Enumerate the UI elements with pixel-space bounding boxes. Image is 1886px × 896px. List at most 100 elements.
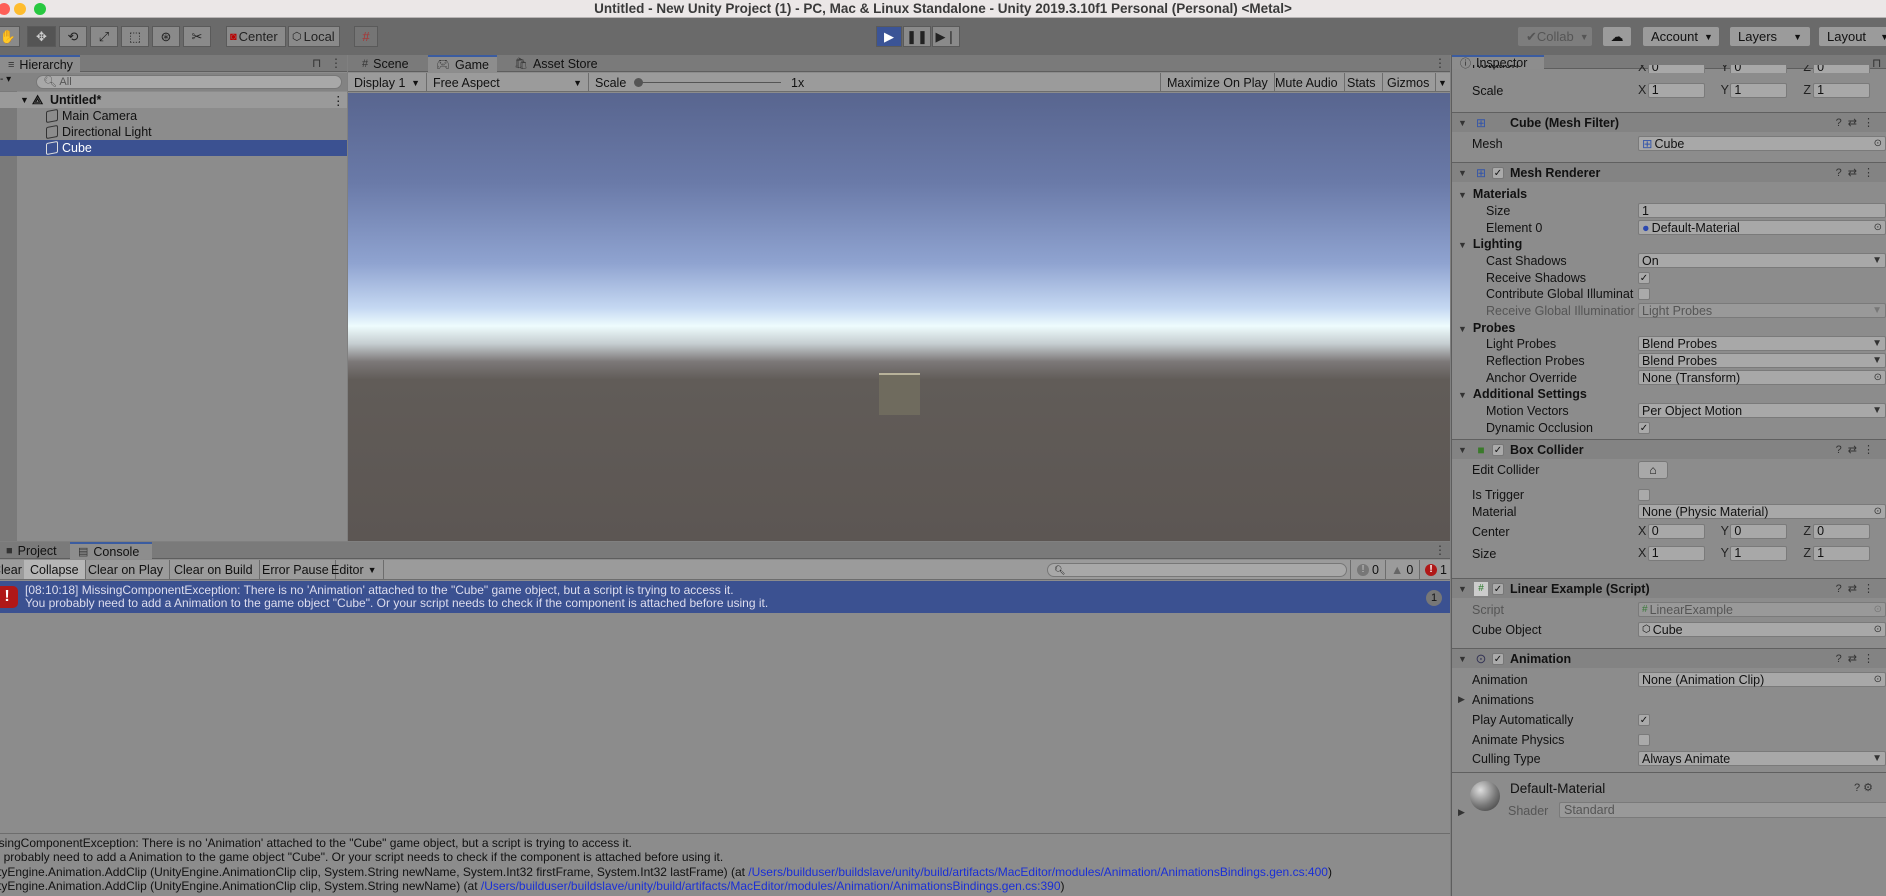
layers-dropdown[interactable]: Layers ▼ [1729,26,1811,47]
collapse-triangle-icon[interactable]: ▼ [1458,118,1467,128]
component-actions[interactable]: ?⇄⋮ [1836,116,1880,129]
object-picker-icon[interactable]: ⊙ [1874,506,1882,517]
scene-header[interactable]: ▼ ⟁ Untitled* ⋮ [0,92,347,108]
materials-size-field[interactable]: 1 [1638,203,1886,218]
object-picker-icon[interactable]: ⊙ [1874,372,1882,383]
tab-scene[interactable]: # Scene [354,55,417,72]
account-dropdown[interactable]: Account ▼ [1642,26,1720,47]
create-dropdown[interactable]: - ▾ [0,74,11,85]
gizmos-dropdown[interactable]: ▼ [1432,73,1453,92]
animation-enabled-checkbox[interactable]: ✓ [1492,652,1504,665]
probes-section[interactable]: ▼ Probes [1452,319,1886,336]
rotation-y-field[interactable]: 0 [1730,65,1788,73]
scale-z-field[interactable]: 1 [1813,83,1871,98]
rect-tool-button[interactable]: ⬚ [121,26,149,47]
center-y-field[interactable]: 0 [1730,524,1788,539]
expand-triangle-icon[interactable]: ▼ [20,95,29,105]
element0-object-field[interactable]: ● Default-Material ⊙ [1638,220,1886,235]
kebab-menu-icon[interactable]: ⋮ [1434,543,1446,557]
custom-tool-button[interactable]: ✂ [183,26,211,47]
console-search-input[interactable]: 🔍︎ [1047,563,1347,577]
size-z-field[interactable]: 1 [1813,546,1871,561]
hierarchy-item-cube[interactable]: Cube [0,140,347,156]
size-x-field[interactable]: 1 [1647,546,1705,561]
aspect-dropdown[interactable]: Free Aspect ▼ [427,73,589,92]
component-actions[interactable]: ?⇄⋮ [1836,166,1880,179]
lock-icon[interactable]: ⊓ [312,56,321,70]
source-link[interactable]: /Users/builduser/buildslave/unity/build/… [481,879,1061,893]
box-collider-enabled-checkbox[interactable]: ✓ [1492,443,1504,456]
dynamic-occlusion-checkbox[interactable]: ✓ [1638,421,1650,434]
component-actions[interactable]: ?⇄⋮ [1836,652,1880,665]
grid-snap-button[interactable]: # [354,26,378,47]
is-trigger-checkbox[interactable] [1638,488,1650,501]
lighting-section[interactable]: ▼ Lighting [1452,235,1886,252]
animation-header[interactable]: ▼ ⊙ ✓ Animation ?⇄⋮ [1452,648,1886,668]
script-enabled-checkbox[interactable]: ✓ [1492,582,1504,595]
scale-slider-track[interactable] [635,82,781,83]
hierarchy-search-input[interactable]: 🔍︎ All [36,75,342,89]
pivot-local-button[interactable]: ⬡ Local [288,26,340,47]
mesh-renderer-enabled-checkbox[interactable]: ✓ [1492,166,1504,179]
object-picker-icon[interactable]: ⊙ [1874,222,1882,233]
source-link[interactable]: /Users/builduser/buildslave/unity/build/… [748,865,1328,879]
display-dropdown[interactable]: Display 1 ▼ [348,73,427,92]
tab-game[interactable]: 🎮︎ Game [428,55,498,72]
receive-shadows-checkbox[interactable]: ✓ [1638,271,1650,284]
scene-menu-icon[interactable]: ⋮ [332,93,345,108]
gizmos-toggle[interactable]: Gizmos [1381,73,1437,92]
editor-dropdown[interactable]: Editor ▼ [325,560,384,579]
box-collider-header[interactable]: ▼ ■ ✓ Box Collider ?⇄⋮ [1452,439,1886,459]
expand-triangle-icon[interactable]: ▶ [1458,694,1465,705]
additional-settings-section[interactable]: ▼ Additional Settings [1452,385,1886,402]
rotation-z-field[interactable]: 0 [1813,65,1871,73]
scale-tool-button[interactable]: ⤢ [90,26,118,47]
object-picker-icon[interactable]: ⊙ [1874,674,1882,685]
object-picker-icon[interactable]: ⊙ [1874,138,1882,149]
clear-on-build-toggle[interactable]: Clear on Build [168,560,260,579]
clear-on-play-toggle[interactable]: Clear on Play [82,560,171,579]
mesh-object-field[interactable]: ⊞ Cube ⊙ [1638,136,1886,151]
game-viewport[interactable] [348,93,1450,541]
material-actions[interactable]: ? ⚙ [1854,781,1873,794]
materials-section[interactable]: ▼ Materials [1452,185,1886,202]
collapse-triangle-icon[interactable]: ▼ [1458,168,1467,178]
collapse-triangle-icon[interactable]: ▼ [1458,584,1467,594]
kebab-menu-icon[interactable]: ⋮ [330,56,342,70]
console-entry[interactable]: ! [08:10:18] MissingComponentException: … [0,581,1450,613]
linear-example-header[interactable]: ▼ # ✓ Linear Example (Script) ?⇄⋮ [1452,578,1886,598]
error-pause-toggle[interactable]: Error Pause [256,560,336,579]
cloud-button[interactable]: ☁ [1602,26,1632,47]
culling-type-dropdown[interactable]: Always Animate ▼ [1638,751,1886,766]
tab-console[interactable]: ▤ Console [70,542,152,559]
light-probes-dropdown[interactable]: Blend Probes ▼ [1638,336,1886,351]
center-z-field[interactable]: 0 [1813,524,1871,539]
object-picker-icon[interactable]: ⊙ [1874,624,1882,635]
center-x-field[interactable]: 0 [1647,524,1705,539]
stats-toggle[interactable]: Stats [1341,73,1383,92]
component-actions[interactable]: ?⇄⋮ [1836,582,1880,595]
motion-vectors-dropdown[interactable]: Per Object Motion ▼ [1638,403,1886,418]
move-tool-button[interactable]: ✥ [27,26,56,47]
mesh-filter-header[interactable]: ▼ ⊞ Cube (Mesh Filter) ?⇄⋮ [1452,112,1886,132]
tab-hierarchy[interactable]: ≡ Hierarchy [0,55,80,72]
play-automatically-checkbox[interactable]: ✓ [1638,713,1650,726]
cube-object-field[interactable]: ⬡ Cube ⊙ [1638,622,1886,637]
warning-filter-toggle[interactable]: ▲ 0 [1385,560,1421,579]
pause-button[interactable]: ❚❚ [903,26,931,47]
reflection-probes-dropdown[interactable]: Blend Probes ▼ [1638,353,1886,368]
transform-tool-button[interactable]: ⊛ [152,26,180,47]
mesh-renderer-header[interactable]: ▼ ⊞ ✓ Mesh Renderer ?⇄⋮ [1452,162,1886,182]
pivot-center-button[interactable]: ◙ Center [226,26,286,47]
error-filter-toggle[interactable]: ! 1 [1419,560,1453,579]
animate-physics-checkbox[interactable] [1638,733,1650,746]
step-button[interactable]: ▶❘ [932,26,960,47]
play-button[interactable]: ▶ [876,26,902,47]
hierarchy-item-main-camera[interactable]: Main Camera [0,108,347,124]
component-actions[interactable]: ?⇄⋮ [1836,443,1880,456]
contribute-gi-checkbox[interactable] [1638,287,1650,300]
scale-slider-handle[interactable] [634,78,643,87]
collab-dropdown[interactable]: ✔ Collab ▼ [1517,26,1593,47]
expand-triangle-icon[interactable]: ▶ [1458,807,1465,818]
collapse-toggle[interactable]: Collapse [24,560,86,579]
